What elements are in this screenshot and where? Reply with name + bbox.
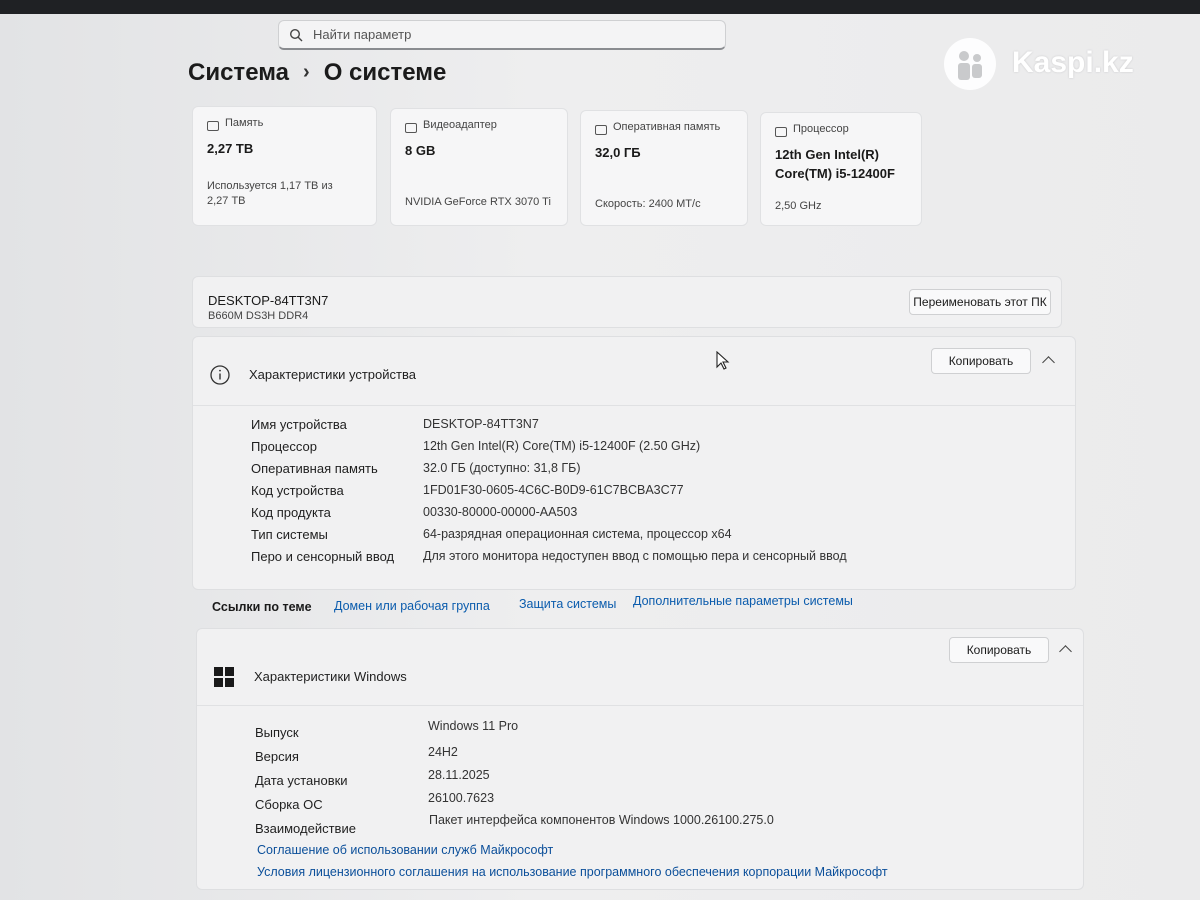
breadcrumb-parent[interactable]: Система: [188, 59, 289, 87]
card-sub: Используется 1,17 TB из 2,27 TB: [207, 180, 333, 207]
spec-value: 28.11.2025: [428, 768, 490, 782]
card-value: 2,27 TB: [207, 141, 254, 156]
rename-pc-button[interactable]: Переименовать этот ПК: [909, 289, 1051, 315]
copy-windows-specs-button[interactable]: Копировать: [949, 637, 1049, 663]
screen-bezel: [0, 0, 1200, 14]
windows-specs-header[interactable]: Характеристики Windows Копировать: [197, 629, 1083, 706]
info-icon: [210, 365, 230, 385]
spec-label: Версия: [255, 749, 299, 764]
link-system-protection[interactable]: Защита системы: [519, 597, 616, 611]
cpu-icon: [775, 127, 787, 137]
card-label: Процессор: [793, 123, 849, 135]
cpu-card[interactable]: Процессор 12th Gen Intel(R) Core(TM) i5-…: [760, 112, 922, 226]
page-title: О системе: [323, 58, 447, 86]
ram-card[interactable]: Оперативная память 32,0 ГБ Скорость: 240…: [580, 110, 748, 226]
link-microsoft-services-agreement[interactable]: Соглашение об использовании служб Майкро…: [257, 843, 553, 857]
spec-value: 12th Gen Intel(R) Core(TM) i5-12400F (2.…: [423, 439, 701, 453]
breadcrumb: Система › О системе: [188, 58, 446, 87]
card-value: 8 GB: [405, 143, 436, 158]
gpu-card[interactable]: Видеоадаптер 8 GB NVIDIA GeForce RTX 307…: [390, 108, 568, 226]
spec-label: Перо и сенсорный ввод: [251, 549, 395, 564]
windows-specs-title: Характеристики Windows: [254, 669, 407, 684]
card-value: 32,0 ГБ: [595, 145, 641, 160]
search-input[interactable]: Найти параметр: [278, 20, 726, 50]
device-name: DESKTOP-84TT3N7: [208, 293, 329, 308]
spec-value: 64-разрядная операционная система, проце…: [423, 527, 732, 541]
search-icon: [289, 28, 303, 42]
link-advanced-system-settings[interactable]: Дополнительные параметры системы: [633, 594, 853, 608]
settings-page: Найти параметр Система › О системе Kaspi.k…: [0, 14, 1200, 900]
storage-icon: [207, 121, 219, 131]
card-sub: NVIDIA GeForce RTX 3070 Ti: [405, 196, 551, 208]
spec-value: 00330-80000-00000-AA503: [423, 505, 578, 519]
spec-label: Процессор: [251, 439, 317, 454]
card-label: Оперативная память: [613, 121, 721, 133]
link-microsoft-license-terms[interactable]: Условия лицензионного соглашения на испо…: [257, 865, 888, 879]
spec-value: 26100.7623: [428, 791, 495, 805]
copy-device-specs-button[interactable]: Копировать: [931, 348, 1031, 374]
spec-label: Оперативная память: [251, 461, 378, 476]
chevron-up-icon[interactable]: [1042, 356, 1055, 369]
related-links-bar: Ссылки по теме Домен или рабочая группа …: [192, 590, 1076, 630]
related-links-title: Ссылки по теме: [212, 600, 312, 614]
spec-label: Сборка ОС: [255, 797, 323, 812]
spec-value: Windows 11 Pro: [428, 719, 519, 733]
kaspi-logo-icon: [944, 38, 996, 90]
device-name-panel: DESKTOP-84TT3N7 B660M DS3H DDR4 Переимен…: [192, 276, 1062, 328]
spec-label: Выпуск: [255, 725, 299, 740]
spec-label: Имя устройства: [251, 417, 347, 432]
link-domain-workgroup[interactable]: Домен или рабочая группа: [334, 599, 490, 613]
spec-value: 32.0 ГБ (доступно: 31,8 ГБ): [423, 461, 581, 475]
spec-value: Пакет интерфейса компонентов Windows 100…: [429, 813, 774, 827]
spec-value: 24H2: [428, 745, 458, 759]
card-sub: Скорость: 2400 МТ/с: [595, 198, 701, 210]
watermark-text: Kaspi.kz: [1012, 46, 1134, 79]
spec-label: Взаимодействие: [255, 821, 356, 836]
device-specs-header[interactable]: Характеристики устройства Копировать: [193, 337, 1075, 406]
device-specs-panel: Характеристики устройства Копировать Имя…: [192, 336, 1076, 590]
spec-value: Для этого монитора недоступен ввод с пом…: [423, 549, 847, 563]
chevron-up-icon[interactable]: [1059, 645, 1072, 658]
search-placeholder: Найти параметр: [313, 27, 412, 42]
breadcrumb-separator: ›: [303, 61, 310, 84]
spec-value: DESKTOP-84TT3N7: [423, 417, 539, 431]
gpu-icon: [405, 123, 417, 133]
device-model: B660M DS3H DDR4: [208, 310, 309, 322]
storage-card[interactable]: Память 2,27 TB Используется 1,17 TB из 2…: [192, 106, 377, 226]
card-sub: 2,50 GHz: [775, 200, 822, 212]
spec-label: Код устройства: [251, 483, 344, 498]
card-label: Память: [225, 117, 264, 129]
spec-label: Код продукта: [251, 505, 331, 520]
spec-label: Дата установки: [255, 773, 348, 788]
ram-icon: [595, 125, 607, 135]
mouse-cursor-icon: [716, 351, 730, 370]
windows-logo-icon: [214, 667, 234, 687]
card-label: Видеоадаптер: [423, 119, 497, 131]
spec-label: Тип системы: [251, 527, 328, 542]
device-specs-title: Характеристики устройства: [249, 367, 416, 382]
card-value: 12th Gen Intel(R) Core(TM) i5-12400F: [775, 147, 895, 181]
windows-specs-panel: Характеристики Windows Копировать Выпуск…: [196, 628, 1084, 890]
spec-value: 1FD01F30-0605-4C6C-B0D9-61C7BCBA3C77: [423, 483, 684, 497]
